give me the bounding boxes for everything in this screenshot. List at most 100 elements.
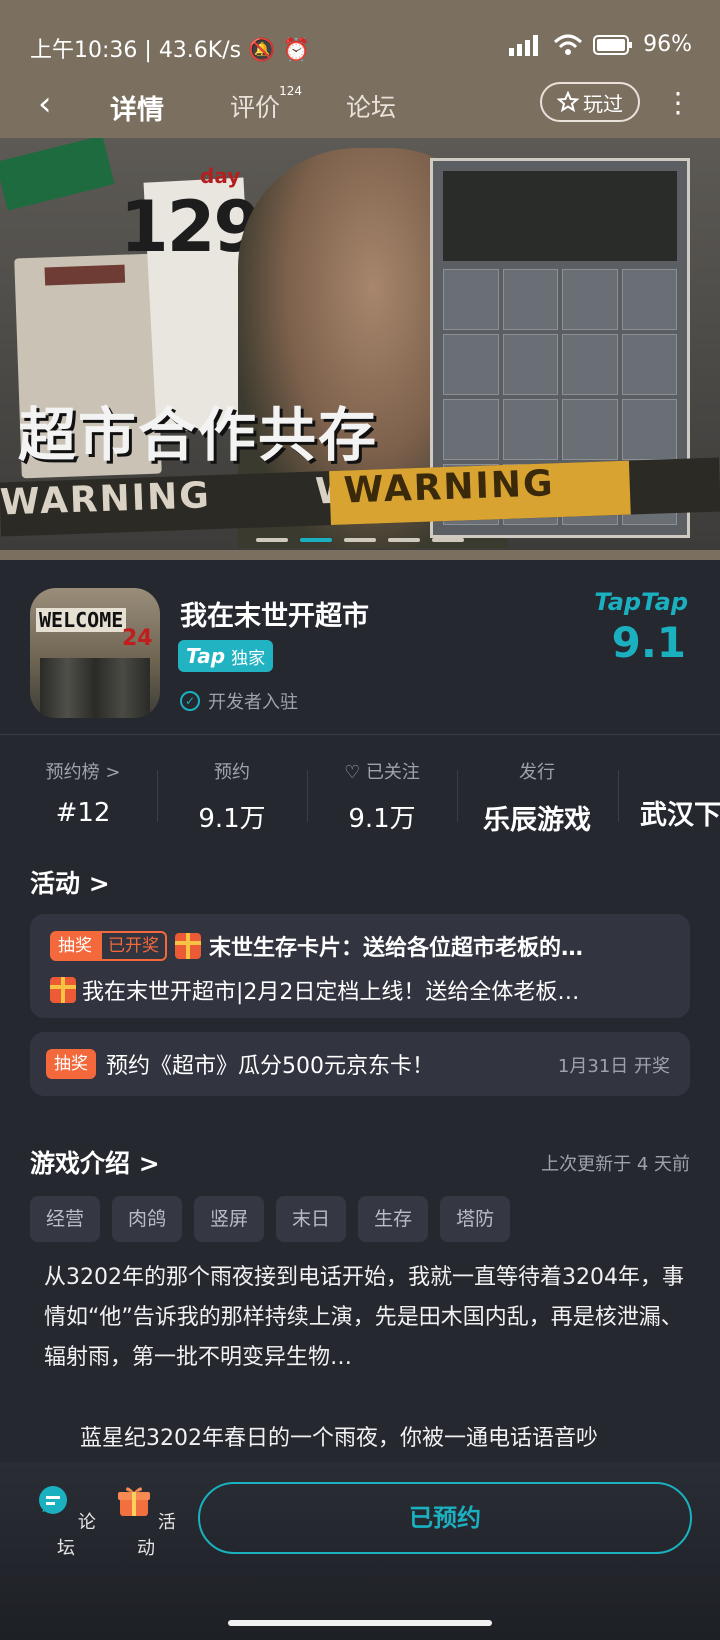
alarm-icon: ⏰ [282,38,310,63]
warning-text-1: WARNING [0,475,212,524]
tag-item[interactable]: 生存 [358,1196,429,1242]
tab-details[interactable]: 详情 [110,88,164,127]
tag-item[interactable]: 竖屏 [194,1196,265,1242]
stat-followers-value: 9.1万 [348,804,416,834]
app-icon-crowd [40,658,150,718]
lottery-badge-label: 抽奖 [50,931,100,961]
activity-reserve-text: 预约《超市》瓜分500元京东卡！ [106,1054,434,1079]
tab-reviews[interactable]: 评价 124 [230,84,302,124]
stat-reservations-key: 预约 [214,762,250,783]
taptap-logo: TapTap [594,588,688,616]
stat-reservations: 预约 9.1万 [157,758,307,835]
lottery-status: 已开奖 [100,931,167,961]
lottery-badge: 抽奖 已开奖 [50,931,167,961]
carousel-dot-active[interactable] [300,538,332,542]
app-icon: WELCOME 24 [30,588,160,718]
developer-label: 开发者入驻 [208,692,298,713]
stat-rank-value: #12 [55,798,111,828]
stat-developer[interactable]: 武汉下 [640,758,720,832]
gift-box-icon [118,1487,151,1516]
status-left: 上午10:36 | 43.6K/s 🔕 ⏰ [30,38,310,63]
stat-publisher[interactable]: 发行 乐辰游戏 [462,758,612,837]
top-nav: ‹ 详情 评价 124 论坛 玩过 ⋮ [0,78,720,130]
exclusive-label: 独家 [231,648,266,669]
mute-icon: 🔕 [248,38,276,63]
last-updated: 上次更新于 4 天前 [541,1154,690,1175]
banner-image[interactable]: day 129 超市合作共存 WARNING WARNING WARNING [0,138,720,550]
back-arrow-icon[interactable]: ‹ [38,84,52,124]
activity-line-1: 抽奖 已开奖 末世生存卡片：送给各位超市老板的… [50,930,680,962]
tag-item[interactable]: 塔防 [440,1196,511,1242]
divider [0,734,720,735]
header-area: 上午10:36 | 43.6K/s 🔕 ⏰ 96% ‹ 详情 评价 124 论坛… [0,0,720,560]
warning-text-3: WARNING [329,460,631,526]
carousel-dot[interactable] [388,538,420,542]
forum-button[interactable]: 论坛 [36,1484,96,1560]
activity-card-reserve[interactable]: 抽奖 预约《超市》瓜分500元京东卡！ 1月31日 开奖 [30,1032,690,1096]
status-bar: 上午10:36 | 43.6K/s 🔕 ⏰ 96% [0,26,720,66]
played-label: 玩过 [583,91,623,116]
stat-rank[interactable]: 预约榜 > #12 [8,758,158,828]
gift-icon [50,977,76,1003]
lottery-badge: 抽奖 [46,1049,96,1079]
net-speed: 43.6K/s [158,38,242,63]
tag-item[interactable]: 肉鸽 [112,1196,183,1242]
game-intro-heading[interactable]: 游戏介绍 > [30,1144,160,1180]
app-icon-number: 24 [122,626,153,651]
battery-level: 96% [643,32,692,57]
activity-draw-date: 1月31日 开奖 [557,1056,670,1077]
tap-label: Tap [186,644,226,668]
stat-developer-key [640,758,720,779]
tag-list: 经营 肉鸽 竖屏 末日 生存 塔防 [30,1196,511,1242]
stat-developer-value: 武汉下 [640,800,720,831]
activity-button[interactable]: 活动 [116,1484,176,1560]
stat-rank-key: 预约榜 > [45,762,121,783]
rating-score[interactable]: 9.1 [612,618,686,667]
stat-reservations-value: 9.1万 [198,804,266,834]
tag-item[interactable]: 经营 [30,1196,101,1242]
bottom-bar: 论坛 活动 已预约 [0,1462,720,1640]
day-label: day [200,164,241,188]
carousel-dot[interactable] [256,538,288,542]
divider [618,770,619,822]
banner-title: 超市合作共存 [18,401,379,469]
battery-icon [593,34,633,55]
stats-row: 预约榜 > #12 预约 9.1万 ♡ 已关注 9.1万 发行 乐辰游戏 武汉下 [0,758,720,838]
grid-header [443,171,677,261]
more-menu-icon[interactable]: ⋮ [664,86,692,119]
stat-followers-key: ♡ 已关注 [307,758,457,784]
stat-publisher-value: 乐辰游戏 [483,805,591,836]
activity-card-lottery[interactable]: 抽奖 已开奖 末世生存卡片：送给各位超市老板的… 我在末世开超市|2月2日定档上… [30,914,690,1018]
status-right: 96% [509,32,692,57]
activity-title-2: 我在末世开超市|2月2日定档上线！送给全体老板… [82,980,580,1005]
forum-chat-icon [39,1486,68,1514]
carousel-dot[interactable] [344,538,376,542]
time: 上午10:36 [30,38,138,63]
heart-icon: ♡ [344,762,361,783]
tag-item[interactable]: 末日 [276,1196,347,1242]
signal-icon [509,34,539,56]
carousel-dot[interactable] [432,538,464,542]
stat-followers[interactable]: ♡ 已关注 9.1万 [307,758,457,835]
reserved-button[interactable]: 已预约 [198,1482,692,1554]
game-intro-text[interactable]: 从3202年的那个雨夜接到电话开始，我就一直等待着3204年，事情如“他”告诉我… [44,1258,684,1378]
exit-sign [0,138,115,211]
star-plus-icon [557,91,579,113]
home-indicator[interactable] [228,1620,492,1626]
tab-forum[interactable]: 论坛 [346,88,396,124]
developer-verified[interactable]: ✓ 开发者入驻 [180,688,298,714]
tab-reviews-label: 评价 [230,93,281,122]
wifi-icon [554,34,583,55]
activity-line-2: 我在末世开超市|2月2日定档上线！送给全体老板… [50,974,680,1006]
activity-heading[interactable]: 活动 > [30,864,110,900]
app-name: 我在末世开超市 [180,601,369,632]
tap-exclusive-badge: Tap 独家 [178,640,274,672]
activity-title-1: 末世生存卡片：送给各位超市老板的… [209,936,584,961]
game-intro-text-2: 蓝星纪3202年春日的一个雨夜，你被一通电话语音吵 [80,1426,598,1451]
gift-icon [175,933,201,959]
app-icon-text: WELCOME [36,608,127,632]
followed-label: 已关注 [365,762,420,783]
played-button[interactable]: 玩过 [540,82,640,122]
divider [457,770,458,822]
reviews-count: 124 [279,84,303,98]
